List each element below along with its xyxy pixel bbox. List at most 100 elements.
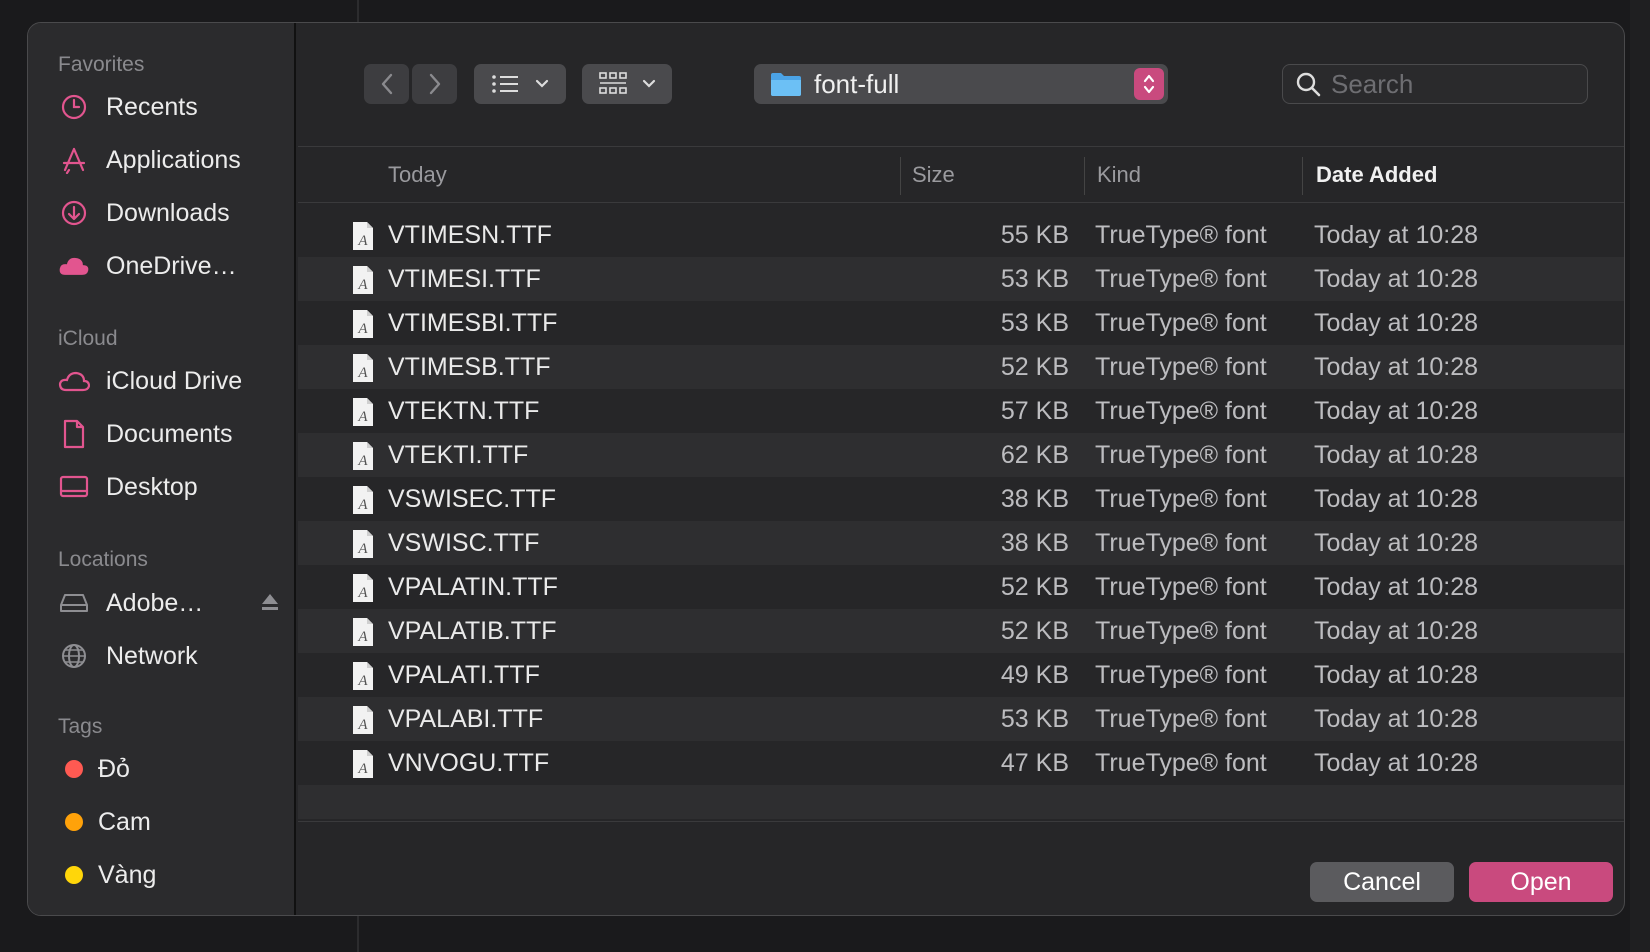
file-size: 47 KB	[1000, 748, 1069, 777]
sidebar: Favorites Recents Applications Downloads…	[28, 23, 296, 915]
file-date-added: Today at 10:28	[1314, 440, 1479, 469]
file-row[interactable]: A VPALABI.TTF 53 KB TrueType® font Today at …	[298, 697, 1624, 741]
forward-button[interactable]	[412, 64, 457, 104]
file-kind: TrueType® font	[1095, 660, 1267, 689]
file-name: VPALATI.TTF	[388, 660, 540, 689]
sidebar-item-documents[interactable]: Documents	[58, 414, 232, 454]
popup-stepper-icon	[1134, 68, 1164, 100]
file-date-added: Today at 10:28	[1314, 528, 1479, 557]
open-button[interactable]: Open	[1469, 862, 1613, 902]
file-name: VTEKTN.TTF	[388, 396, 540, 425]
sidebar-item-icloud-drive[interactable]: iCloud Drive	[58, 361, 242, 401]
font-file-icon: A	[351, 309, 375, 339]
sidebar-item-label: iCloud Drive	[106, 366, 243, 395]
file-row[interactable]: A VNVOGU.TTF 47 KB TrueType® font Today at 1…	[298, 741, 1624, 785]
sidebar-item-applications[interactable]: Applications	[58, 140, 241, 180]
column-date-header[interactable]: Date Added	[1316, 147, 1437, 203]
svg-text:A: A	[357, 409, 368, 425]
sidebar-section-favorites: Favorites	[58, 53, 145, 76]
folder-path-popup[interactable]: font-full	[754, 64, 1168, 104]
svg-text:A: A	[357, 585, 368, 601]
file-size: 38 KB	[1000, 528, 1069, 557]
file-size: 52 KB	[1000, 352, 1069, 381]
font-file-icon: A	[351, 661, 375, 691]
sidebar-section-icloud: iCloud	[58, 327, 118, 350]
search-field[interactable]	[1282, 64, 1588, 104]
file-kind: TrueType® font	[1095, 616, 1267, 645]
sidebar-item-network[interactable]: Network	[58, 636, 198, 676]
column-header: Today Size Kind Date Added	[298, 147, 1624, 203]
list-view-button[interactable]	[474, 64, 566, 104]
sidebar-item-label: OneDrive…	[106, 251, 237, 280]
column-name-header[interactable]: Today	[388, 147, 447, 203]
file-kind: TrueType® font	[1095, 440, 1267, 469]
globe-icon	[58, 640, 90, 672]
file-row[interactable]: A VPALATIN.TTF 52 KB TrueType® font Today at…	[298, 565, 1624, 609]
icloud-icon	[58, 365, 90, 397]
font-file-icon: A	[351, 397, 375, 427]
sidebar-item-label: Documents	[106, 419, 233, 448]
file-row[interactable]: A VPALATI.TTF 49 KB TrueType® font Today at …	[298, 653, 1624, 697]
eject-icon[interactable]	[260, 591, 280, 618]
sidebar-item-adobe[interactable]: Adobe…	[58, 583, 280, 623]
list-icon	[492, 75, 518, 93]
file-name: VPALATIN.TTF	[388, 572, 558, 601]
back-button[interactable]	[364, 64, 409, 104]
file-row[interactable]: A VTIMESB.TTF 52 KB TrueType® font Today at …	[298, 345, 1624, 389]
column-divider[interactable]	[1084, 157, 1085, 195]
chevron-down-icon	[535, 79, 549, 88]
file-row[interactable]: A VTIMESN.TTF 55 KB TrueType® font Today at …	[298, 213, 1624, 257]
column-divider[interactable]	[1302, 157, 1303, 195]
file-size: 49 KB	[1000, 660, 1069, 689]
file-name: VTIMESB.TTF	[388, 352, 551, 381]
column-size-header[interactable]: Size	[912, 147, 955, 203]
file-row[interactable]: A VSWISC.TTF 38 KB TrueType® font Today at 1…	[298, 521, 1624, 565]
font-file-icon: A	[351, 529, 375, 559]
file-row[interactable]: A VTIMESI.TTF 53 KB TrueType® font Today at …	[298, 257, 1624, 301]
chevron-right-icon	[429, 73, 440, 95]
chevron-down-icon	[642, 79, 656, 88]
file-row[interactable]: A VTEKTI.TTF 62 KB TrueType® font Today at 1…	[298, 433, 1624, 477]
file-kind: TrueType® font	[1095, 352, 1267, 381]
dialog-footer: Cancel Open	[298, 821, 1624, 915]
file-name: VTIMESN.TTF	[388, 220, 552, 249]
file-size: 53 KB	[1000, 308, 1069, 337]
sidebar-item-label: Adobe…	[106, 588, 204, 617]
column-divider[interactable]	[900, 157, 901, 195]
file-row[interactable]: A VSWISEC.TTF 38 KB TrueType® font Today at …	[298, 477, 1624, 521]
file-row[interactable]: A VTEKTN.TTF 57 KB TrueType® font Today at 1…	[298, 389, 1624, 433]
file-row-partial[interactable]	[298, 785, 1624, 819]
download-icon	[58, 197, 90, 229]
svg-text:A: A	[357, 629, 368, 645]
document-icon	[58, 418, 90, 450]
font-file-icon: A	[351, 705, 375, 735]
sidebar-item-onedrive[interactable]: OneDrive…	[58, 246, 237, 286]
file-list: A VTIMESN.TTF 55 KB TrueType® font Today at …	[298, 213, 1624, 819]
file-browser: font-full Today Size Kind Date Added A VT…	[298, 23, 1624, 915]
file-date-added: Today at 10:28	[1314, 572, 1479, 601]
sidebar-item-recents[interactable]: Recents	[58, 87, 198, 127]
sidebar-tag-red[interactable]: Đỏ	[58, 749, 130, 789]
open-file-dialog: Favorites Recents Applications Downloads…	[27, 22, 1625, 916]
file-kind: TrueType® font	[1095, 396, 1267, 425]
sidebar-item-label: Recents	[106, 92, 198, 121]
search-input[interactable]	[1331, 68, 1571, 100]
sidebar-section-locations: Locations	[58, 548, 148, 571]
applications-icon	[58, 144, 90, 176]
file-kind: TrueType® font	[1095, 220, 1267, 249]
file-row[interactable]: A VTIMESBI.TTF 53 KB TrueType® font Today at…	[298, 301, 1624, 345]
sidebar-section-tags: Tags	[58, 715, 103, 738]
file-date-added: Today at 10:28	[1314, 704, 1479, 733]
group-view-button[interactable]	[582, 64, 672, 104]
sidebar-item-desktop[interactable]: Desktop	[58, 467, 198, 507]
sidebar-item-label: Vàng	[98, 860, 157, 889]
sidebar-tag-yellow[interactable]: Vàng	[58, 855, 156, 895]
file-size: 57 KB	[1000, 396, 1069, 425]
svg-text:A: A	[357, 453, 368, 469]
sidebar-tag-orange[interactable]: Cam	[58, 802, 151, 842]
file-name: VSWISC.TTF	[388, 528, 540, 557]
file-row[interactable]: A VPALATIB.TTF 52 KB TrueType® font Today at…	[298, 609, 1624, 653]
column-kind-header[interactable]: Kind	[1097, 147, 1141, 203]
cancel-button[interactable]: Cancel	[1310, 862, 1454, 902]
sidebar-item-downloads[interactable]: Downloads	[58, 193, 230, 233]
